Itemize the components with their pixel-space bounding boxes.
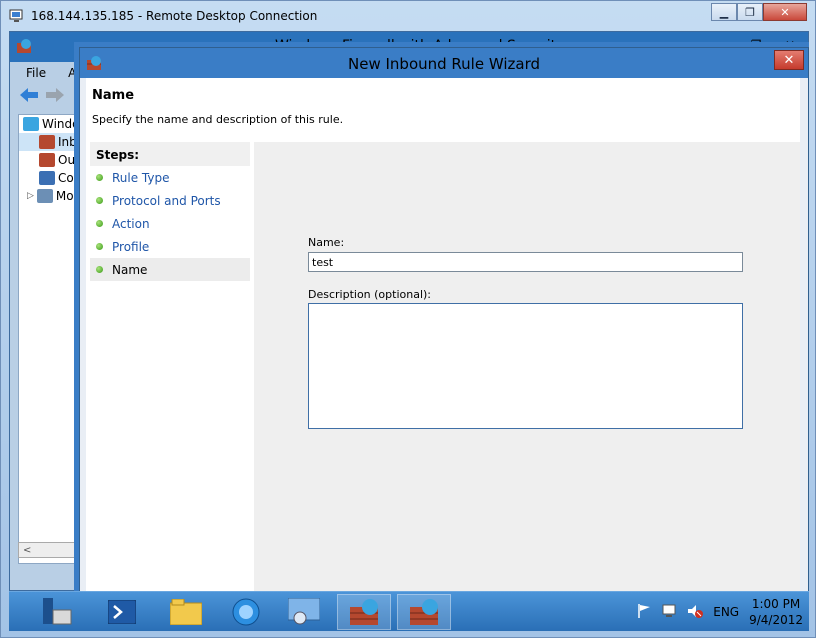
minimize-button[interactable]: ▁ — [711, 3, 737, 21]
tree-item-root[interactable]: Windo — [19, 115, 82, 133]
tree-horizontal-scrollbar[interactable]: < ⦀ — [18, 542, 83, 558]
rdp-window-controls: ▁ ❐ ✕ — [711, 3, 807, 21]
name-label: Name: — [308, 236, 345, 249]
expand-arrow-icon[interactable]: ▷ — [27, 191, 34, 201]
tree-item-outbound[interactable]: Out — [19, 151, 82, 169]
wizard-body: Steps: Rule Type Protocol and Ports Acti… — [86, 142, 800, 608]
network-icon[interactable] — [661, 603, 677, 622]
step-complete-icon — [96, 174, 103, 181]
tree-item-inbound[interactable]: Inb — [19, 133, 82, 151]
file-explorer-icon — [170, 599, 202, 625]
scroll-left-icon[interactable]: < — [23, 545, 31, 556]
flag-icon[interactable] — [637, 603, 651, 622]
taskbar: ENG 1:00 PM 9/4/2012 — [9, 591, 809, 631]
back-arrow-icon[interactable] — [20, 88, 38, 102]
server-manager-icon — [43, 598, 72, 625]
volume-muted-icon[interactable] — [687, 603, 704, 622]
firewall-icon — [23, 117, 39, 131]
outbound-rules-icon — [39, 153, 55, 167]
page-description: Specify the name and description of this… — [92, 113, 344, 126]
step-action[interactable]: Action — [90, 212, 250, 235]
step-label: Action — [112, 216, 150, 231]
remote-desktop-icon — [9, 8, 25, 24]
powershell-icon — [108, 600, 136, 624]
tree-item-label: Cor — [58, 171, 79, 185]
taskbar-firewall-2[interactable] — [397, 594, 451, 630]
scroll-thumb[interactable]: ⦀ — [74, 545, 78, 556]
step-protocol-ports[interactable]: Protocol and Ports — [90, 189, 250, 212]
firewall-icon — [16, 38, 32, 57]
tree-item-connection[interactable]: Cor — [19, 169, 82, 187]
tree-item-label: Windo — [42, 117, 80, 131]
step-current-icon — [96, 266, 103, 273]
tree-item-label: Inb — [58, 135, 77, 149]
taskbar-firewall-1[interactable] — [337, 594, 391, 630]
taskbar-server-manager[interactable] — [29, 594, 83, 630]
control-panel-icon — [288, 598, 320, 625]
rdp-window: 168.144.135.185 - Remote Desktop Connect… — [0, 0, 816, 638]
description-label: Description (optional): — [308, 288, 432, 301]
wizard-close-button[interactable]: ✕ — [774, 50, 804, 70]
tree-item-monitoring[interactable]: ▷ Mo — [19, 187, 82, 205]
step-label: Name — [112, 262, 148, 277]
wizard-title: New Inbound Rule Wizard — [348, 55, 540, 73]
taskbar-internet-explorer[interactable] — [219, 594, 273, 630]
page-title: Name — [92, 88, 135, 103]
console-toolbar — [20, 88, 64, 102]
steps-title: Steps: — [90, 142, 250, 166]
console-tree: Windo Inb Out Cor ▷ Mo — [18, 114, 83, 564]
step-complete-icon — [96, 197, 103, 204]
internet-explorer-icon — [232, 598, 260, 626]
tree-item-label: Mo — [55, 189, 74, 203]
new-inbound-rule-wizard: New Inbound Rule Wizard ✕ Name Specify t… — [79, 47, 809, 608]
language-indicator[interactable]: ENG — [713, 605, 739, 619]
clock-time: 1:00 PM — [751, 597, 801, 611]
clock-date: 9/4/2012 — [749, 613, 803, 627]
step-label: Profile — [112, 239, 150, 254]
wizard-title-bar: New Inbound Rule Wizard ✕ — [80, 48, 808, 78]
taskbar-control-panel[interactable] — [277, 594, 331, 630]
rdp-title-text: 168.144.135.185 - Remote Desktop Connect… — [31, 9, 318, 23]
wizard-form: Name: Description (optional): — [254, 142, 800, 608]
monitoring-icon — [36, 189, 53, 203]
tree-item-label: Out — [58, 153, 80, 167]
system-tray: ENG 1:00 PM 9/4/2012 — [637, 594, 803, 630]
step-rule-type[interactable]: Rule Type — [90, 166, 250, 189]
taskbar-file-explorer[interactable] — [159, 594, 213, 630]
name-input[interactable] — [308, 252, 743, 272]
steps-panel: Steps: Rule Type Protocol and Ports Acti… — [86, 142, 254, 608]
firewall-icon — [350, 599, 378, 625]
step-label: Rule Type — [112, 170, 170, 185]
step-profile[interactable]: Profile — [90, 235, 250, 258]
inbound-rules-icon — [39, 135, 55, 149]
menu-file[interactable]: File — [20, 64, 52, 84]
connection-security-icon — [39, 171, 55, 185]
wizard-header: Name Specify the name and description of… — [86, 78, 800, 142]
restore-button[interactable]: ❐ — [737, 3, 763, 21]
step-label: Protocol and Ports — [112, 193, 221, 208]
close-button[interactable]: ✕ — [763, 3, 807, 21]
taskbar-powershell[interactable] — [95, 594, 149, 630]
rdp-title-bar: 168.144.135.185 - Remote Desktop Connect… — [9, 7, 317, 25]
step-complete-icon — [96, 243, 103, 250]
description-input[interactable] — [308, 303, 743, 429]
firewall-icon — [410, 599, 438, 625]
remote-desktop: Windows Firewall with Advanced Security … — [9, 31, 809, 631]
step-complete-icon — [96, 220, 103, 227]
clock[interactable]: 1:00 PM 9/4/2012 — [749, 596, 803, 628]
forward-arrow-icon[interactable] — [46, 88, 64, 102]
step-name: Name — [90, 258, 250, 281]
